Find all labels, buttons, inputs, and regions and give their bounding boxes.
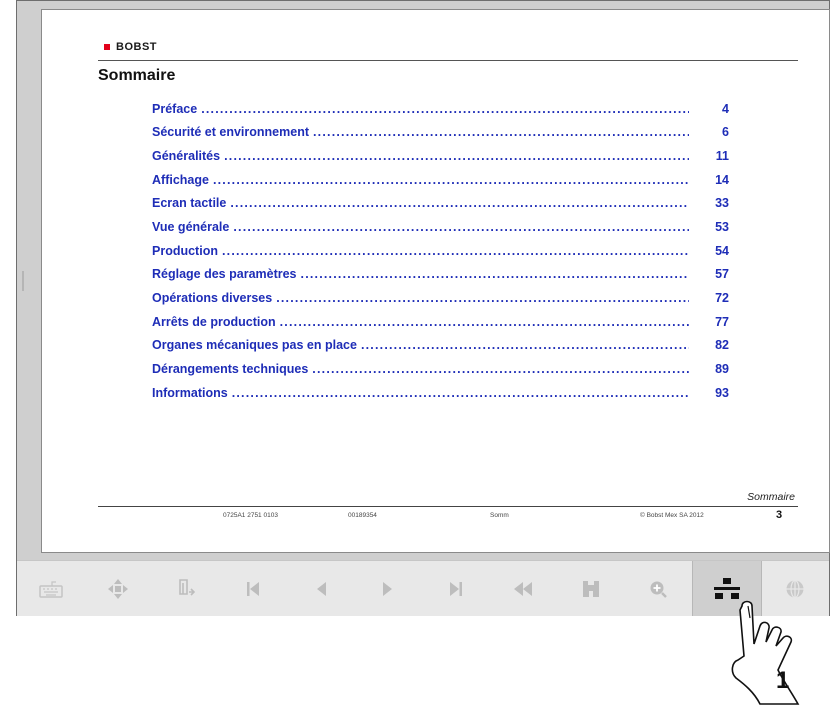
toc-page: 11 [715,149,729,164]
toc-leader [280,315,689,329]
toc-item[interactable]: Dérangements techniques 89 [152,357,729,381]
machine-button[interactable] [557,561,625,616]
export-icon [178,578,195,596]
zoom-in-button[interactable] [625,561,693,616]
footer-copyright: © Bobst Mex SA 2012 [640,512,704,519]
toc-label: Dérangements techniques [152,362,309,377]
page-number: 3 [776,509,783,521]
keyboard-button[interactable] [17,561,85,616]
toc-page: 93 [715,385,729,400]
machine-icon [582,580,599,597]
toc-label: Opérations diverses [152,291,273,306]
footer-ref-2: 00189354 [348,512,377,519]
resize-grip[interactable] [22,271,24,291]
next-page-icon [383,581,393,596]
toc-leader [301,267,689,281]
previous-page-button[interactable] [287,561,355,616]
brand-logo: BOBST [104,41,157,53]
viewer-frame: BOBST Sommaire Préface 4 Sécurité et envi… [16,0,830,616]
footer-ref-3: Somm [490,512,509,519]
move-button[interactable] [85,561,153,616]
toc-leader [233,220,689,234]
toc-page: 54 [715,243,729,258]
globe-icon [786,579,804,598]
toc-leader [232,386,689,400]
export-button[interactable] [152,561,220,616]
toc-item[interactable]: Production 54 [152,239,729,263]
previous-page-icon [316,581,326,596]
toc-page: 77 [715,314,729,329]
callout-number: 1 [776,667,789,694]
toc-item[interactable]: Opérations diverses 72 [152,286,729,310]
toc-page: 89 [715,362,729,377]
toc-item[interactable]: Préface 4 [152,97,729,121]
footer-ref-1: 0725A1 2751 0103 [223,512,278,519]
toc-leader [213,173,689,187]
last-page-button[interactable] [422,561,490,616]
toc-page: 4 [722,101,729,116]
toc-item[interactable]: Affichage 14 [152,168,729,192]
brand-square [104,44,110,50]
first-page-button[interactable] [220,561,288,616]
toc-label: Vue générale [152,220,230,235]
toc-page: 57 [715,267,729,282]
toc-item[interactable]: Généralités 11 [152,144,729,168]
toc-leader [361,338,689,352]
back-button[interactable] [490,561,558,616]
toc-label: Affichage [152,172,209,187]
toc-item[interactable]: Arrêts de production 77 [152,310,729,334]
toc-label: Informations [152,385,228,400]
toc-page: 72 [715,291,729,306]
toc-leader [224,149,689,163]
toc-item[interactable]: Organes mécaniques pas en place 82 [152,334,729,358]
toc-leader [313,125,689,139]
pointing-hand-callout: 1 [731,600,800,705]
footer-rule [98,506,798,507]
toc-item[interactable]: Réglage des paramètres 57 [152,263,729,287]
next-page-button[interactable] [355,561,423,616]
zoom-in-icon [650,581,668,598]
toc-item[interactable]: Vue générale 53 [152,215,729,239]
toc-leader [312,362,689,376]
toc-item[interactable]: Informations 93 [152,381,729,405]
toc-label: Généralités [152,149,221,164]
toc-label: Organes mécaniques pas en place [152,338,357,353]
toc-label: Préface [152,101,198,116]
toc-page: 14 [715,172,729,187]
toc-label: Ecran tactile [152,196,227,211]
toc-label: Réglage des paramètres [152,267,297,282]
toc-page: 82 [715,338,729,353]
toc-leader [230,196,689,210]
toc-list: Préface 4 Sécurité et environnement 6 Géné… [152,97,729,405]
back-icon [514,581,533,596]
toc-page: 6 [722,125,729,140]
toc-leader [201,102,689,116]
toc-label: Sécurité et environnement [152,125,309,140]
keyboard-icon [39,580,63,598]
toc-label: Arrêts de production [152,314,276,329]
toc-page: 53 [715,220,729,235]
brand-text: BOBST [116,41,157,53]
toc-label: Production [152,243,218,258]
toc-leader [276,291,689,305]
section-label: Sommaire [747,491,795,503]
last-page-icon [449,581,462,596]
document-page: BOBST Sommaire Préface 4 Sécurité et envi… [41,9,830,553]
viewer-toolbar [17,560,829,616]
toc-item[interactable]: Ecran tactile 33 [152,192,729,216]
toc-leader [222,244,689,258]
toc-item[interactable]: Sécurité et environnement 6 [152,121,729,145]
header-rule [98,60,798,61]
page-title: Sommaire [98,67,176,84]
move-arrows-icon [108,578,129,599]
toc-page: 33 [715,196,729,211]
first-page-icon [247,581,260,596]
table-of-contents-icon [713,577,740,599]
